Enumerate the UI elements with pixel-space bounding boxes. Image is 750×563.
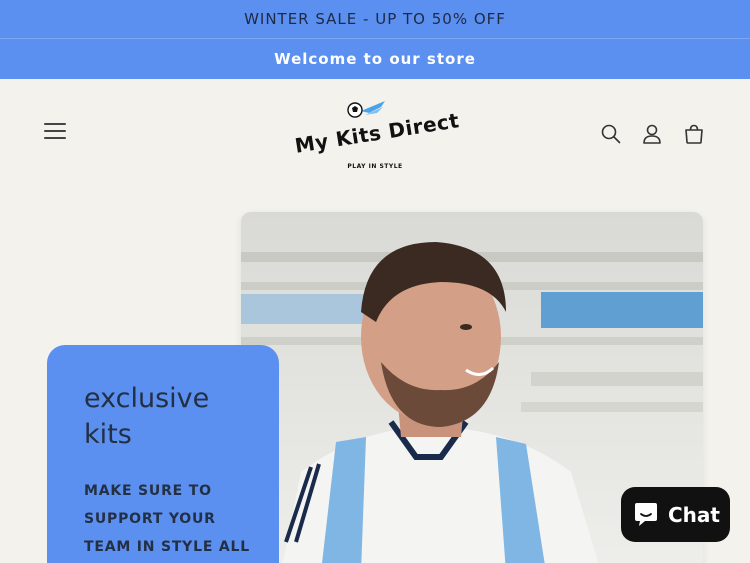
announcement-sale-bar: WINTER SALE - UP TO 50% OFF [0,0,750,39]
announcement-welcome-bar: Welcome to our store [0,39,750,79]
cart-icon[interactable] [683,123,705,145]
chat-label: Chat [668,502,720,527]
menu-icon[interactable] [44,123,66,143]
hero-heading: exclusive kits [84,383,210,450]
site-header: My Kits Direct PLAY IN STYLE [0,79,750,189]
soccer-ball-icon [347,101,385,118]
brand-logo[interactable]: My Kits Direct PLAY IN STYLE [290,95,461,175]
chat-button[interactable]: Chat [621,487,730,542]
sale-text: WINTER SALE - UP TO 50% OFF [244,10,506,28]
chat-bubble-icon [635,502,657,526]
account-icon[interactable] [641,123,663,145]
hero-text-card: exclusive kits MAKE SURE TO SUPPORT YOUR… [47,345,279,563]
welcome-text: Welcome to our store [274,50,476,68]
brand-tagline: PLAY IN STYLE [347,163,403,170]
hero-subtext: MAKE SURE TO SUPPORT YOUR TEAM IN STYLE … [84,483,250,555]
search-icon[interactable] [600,123,622,145]
